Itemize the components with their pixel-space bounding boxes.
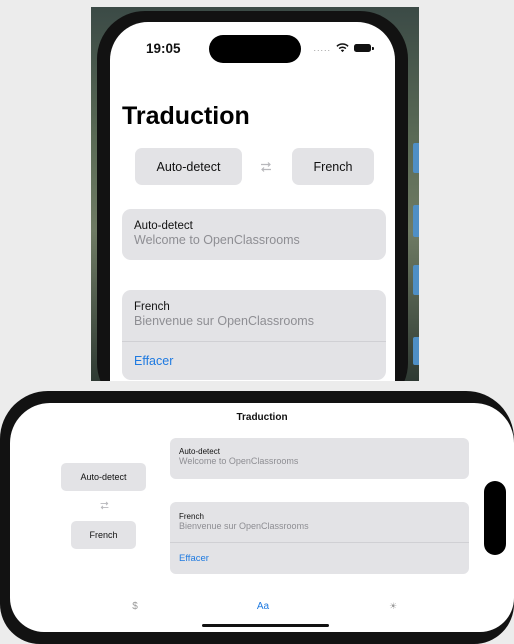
weather-tab-icon[interactable]: ☀ [378, 601, 408, 612]
input-text[interactable]: Welcome to OpenClassrooms [179, 456, 298, 466]
output-language-label: French [134, 301, 170, 313]
target-language-button[interactable]: French [292, 148, 374, 185]
dynamic-island [209, 35, 301, 63]
currency-tab-icon[interactable]: $ [120, 601, 150, 612]
translate-tab-icon[interactable]: Aa [248, 601, 278, 612]
status-icons: ..... [313, 43, 374, 53]
output-text: Bienvenue sur OpenClassrooms [179, 521, 309, 531]
clear-button[interactable]: Effacer [179, 553, 209, 564]
source-language-button[interactable]: Auto-detect [61, 463, 146, 491]
input-language-label: Auto-detect [134, 220, 193, 232]
background-blue-tab [413, 337, 419, 365]
background-blue-tab [413, 143, 419, 173]
input-text[interactable]: Welcome to OpenClassrooms [134, 233, 300, 247]
input-card[interactable]: Auto-detect Welcome to OpenClassrooms [170, 438, 469, 479]
dynamic-island [484, 481, 506, 555]
card-divider [170, 542, 469, 543]
output-card: French Bienvenue sur OpenClassrooms Effa… [170, 502, 469, 574]
target-language-button[interactable]: French [71, 521, 136, 549]
phone-screen-portrait: 19:05 ..... Traduction Auto-detect Frenc… [110, 22, 395, 381]
signal-dots-icon: ..... [313, 43, 331, 53]
swap-languages-icon[interactable] [99, 500, 110, 511]
output-card: French Bienvenue sur OpenClassrooms Effa… [122, 290, 386, 380]
output-language-label: French [179, 512, 204, 521]
input-card[interactable]: Auto-detect Welcome to OpenClassrooms [122, 209, 386, 260]
clear-button[interactable]: Effacer [134, 354, 173, 368]
battery-icon [354, 44, 374, 52]
nav-title: Traduction [236, 412, 288, 423]
portrait-screenshot: 19:05 ..... Traduction Auto-detect Frenc… [91, 7, 419, 381]
source-language-button[interactable]: Auto-detect [135, 148, 242, 185]
wifi-icon [336, 43, 349, 53]
card-divider [122, 341, 386, 342]
status-time: 19:05 [146, 41, 181, 56]
page-title: Traduction [122, 102, 250, 130]
input-language-label: Auto-detect [179, 447, 220, 456]
phone-screen-landscape: Traduction Auto-detect French Auto-detec… [10, 403, 514, 632]
swap-languages-icon[interactable] [259, 160, 273, 174]
output-text: Bienvenue sur OpenClassrooms [134, 314, 314, 328]
home-indicator [202, 624, 329, 627]
background-blue-tab [413, 205, 419, 237]
background-blue-tab [413, 265, 419, 295]
